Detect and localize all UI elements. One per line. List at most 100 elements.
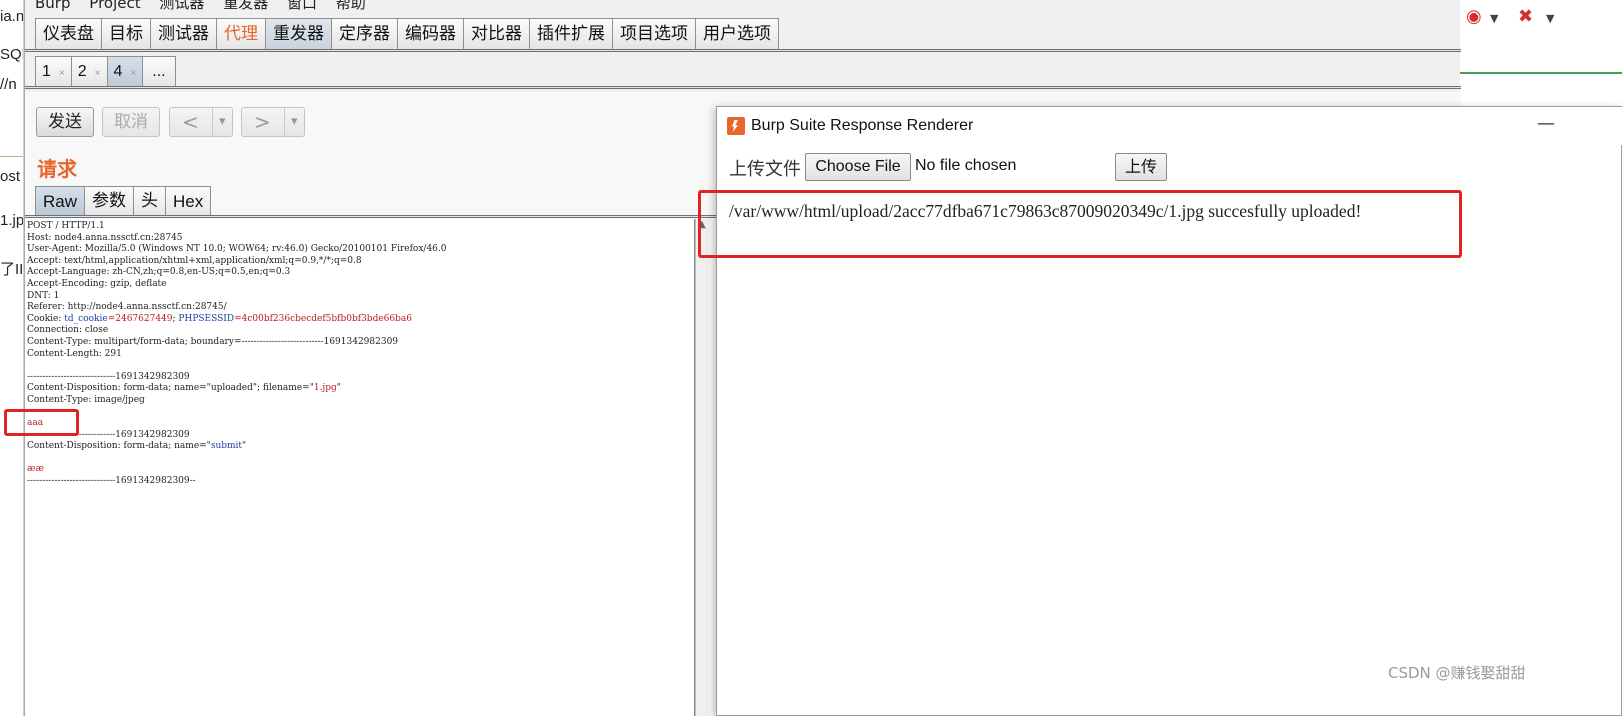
renderer-titlebar[interactable]: Burp Suite Response Renderer — xyxy=(717,107,1622,145)
background-browser-toolbar: ◉ ▼ ✖ ▼ xyxy=(1460,0,1622,74)
chevron-down-icon[interactable]: ▾ xyxy=(212,108,226,136)
watermark: CSDN @赚钱娶甜甜 xyxy=(1388,664,1526,682)
request-segment: PHPSESSID xyxy=(178,313,235,324)
request-segment: POST / HTTP/1.1 xyxy=(27,221,105,231)
noscript-icon[interactable]: ✖ xyxy=(1518,6,1533,27)
request-line: POST / HTTP/1.1 xyxy=(27,221,447,233)
request-segment: -----------------------------16913429823… xyxy=(27,476,196,487)
menu-burp[interactable]: Burp xyxy=(35,0,71,12)
request-line: ææ xyxy=(27,464,447,476)
request-line: User-Agent: Mozilla/5.0 (Windows NT 10.0… xyxy=(27,244,447,256)
request-line: aaa xyxy=(27,418,447,430)
bg-text-fragment: ia.n xyxy=(0,8,24,25)
tab-dashboard[interactable]: 仪表盘 xyxy=(35,18,102,50)
menu-repeater[interactable]: 重发器 xyxy=(223,0,268,12)
request-segment: Content-Disposition: form-data; name=" xyxy=(27,441,211,452)
request-segment: Accept: text/html,application/xhtml+xml,… xyxy=(27,255,362,266)
forward-arrow-icon: > xyxy=(254,110,271,134)
bg-text-fragment: 了II xyxy=(0,261,24,278)
request-segment: Accept-Encoding: gzip, deflate xyxy=(27,278,167,289)
close-icon[interactable]: × xyxy=(130,68,136,79)
tab-comparer[interactable]: 对比器 xyxy=(463,18,530,50)
cancel-button[interactable]: 取消 xyxy=(102,107,160,137)
menu-help[interactable]: 帮助 xyxy=(336,0,366,12)
editor-scrollbar[interactable]: ▲ xyxy=(695,219,709,716)
request-segment: =4c00bf236cbecdef5bfb0bf3bde66ba6 xyxy=(234,313,412,324)
chevron-down-icon[interactable]: ▾ xyxy=(284,108,298,136)
repeater-tab-bar: 1 × 2 × 4 × ... xyxy=(35,56,176,87)
request-line: Referer: http://node4.anna.nssctf.cn:287… xyxy=(27,302,447,314)
request-segment: Host: node4.anna.nssctf.cn:28745 xyxy=(27,232,183,243)
bg-text-fragment: //n xyxy=(0,76,17,93)
main-tab-bar: 仪表盘 目标 测试器 代理 重发器 定序器 编码器 对比器 插件扩展 项目选项 … xyxy=(35,18,779,50)
request-segment: td_cookie xyxy=(64,313,108,324)
chevron-down-icon[interactable]: ▼ xyxy=(1490,12,1498,25)
tab-params[interactable]: 参数 xyxy=(84,186,135,216)
request-line: Accept-Encoding: gzip, deflate xyxy=(27,279,447,291)
tab-repeater[interactable]: 重发器 xyxy=(265,18,332,50)
request-view-tabs: Raw 参数 头 Hex xyxy=(35,186,212,216)
tab-project-options[interactable]: 项目选项 xyxy=(612,18,696,50)
tab-sequencer[interactable]: 定序器 xyxy=(331,18,398,50)
request-segment: DNT: 1 xyxy=(27,290,60,301)
bg-text-fragment: SQL xyxy=(0,46,23,63)
request-line: DNT: 1 xyxy=(27,291,447,303)
chevron-down-icon[interactable]: ▼ xyxy=(1546,12,1554,25)
close-icon[interactable]: × xyxy=(95,68,101,79)
tab-raw[interactable]: Raw xyxy=(35,186,86,216)
request-line: Cookie: td_cookie=2467627449; PHPSESSID=… xyxy=(27,314,447,326)
repeater-tab-2[interactable]: 2 × xyxy=(70,56,108,87)
upload-button[interactable]: 上传 xyxy=(1115,153,1167,181)
request-line: Content-Length: 291 xyxy=(27,349,447,361)
tab-extender[interactable]: 插件扩展 xyxy=(529,18,613,50)
send-button[interactable]: 发送 xyxy=(36,107,94,137)
request-segment: =2467627449 xyxy=(107,313,173,324)
close-icon[interactable]: × xyxy=(59,68,65,79)
request-segment: Referer: http://node4.anna.nssctf.cn:287… xyxy=(27,302,227,313)
tab-intruder[interactable]: 测试器 xyxy=(150,18,217,50)
tab-decoder[interactable]: 编码器 xyxy=(397,18,464,50)
menu-window[interactable]: 窗口 xyxy=(287,0,317,12)
minimize-button[interactable]: — xyxy=(1537,113,1555,134)
eye-shield-icon[interactable]: ◉ xyxy=(1466,6,1482,27)
tab-user-options[interactable]: 用户选项 xyxy=(695,18,779,50)
request-title: 请求 xyxy=(37,157,77,181)
tab-headers[interactable]: 头 xyxy=(133,186,167,216)
tab-divider xyxy=(25,86,1461,89)
request-segment: " xyxy=(336,383,341,394)
request-segment: Content-Type: multipart/form-data; bound… xyxy=(27,336,399,347)
request-segment: -----------------------------16913429823… xyxy=(27,371,190,382)
bg-text-fragment: 1.jp xyxy=(0,212,24,229)
tab-target[interactable]: 目标 xyxy=(101,18,151,50)
back-arrow-icon: < xyxy=(182,110,199,134)
menu-bar: Burp Project 测试器 重发器 窗口 帮助 xyxy=(25,0,370,12)
burp-logo-icon xyxy=(727,117,745,135)
menu-intruder[interactable]: 测试器 xyxy=(159,0,204,12)
request-segment: Content-Type: image/jpeg xyxy=(27,394,145,405)
request-line: -----------------------------16913429823… xyxy=(27,372,447,384)
highlight-box-payload xyxy=(4,409,79,436)
tab-hex[interactable]: Hex xyxy=(165,186,212,216)
file-status: No file chosen xyxy=(915,157,1017,174)
request-segment: Accept-Language: zh-CN,zh;q=0.8,en-US;q=… xyxy=(27,267,291,278)
back-button[interactable]: < ▾ xyxy=(169,107,233,137)
repeater-tab-4[interactable]: 4 × xyxy=(106,56,144,87)
choose-file-button[interactable]: Choose File xyxy=(805,153,911,181)
tab-proxy[interactable]: 代理 xyxy=(216,18,266,50)
request-line: Content-Disposition: form-data; name="up… xyxy=(27,383,447,395)
menu-project[interactable]: Project xyxy=(89,0,140,12)
request-line: Content-Disposition: form-data; name="su… xyxy=(27,441,447,453)
request-segment: Content-Length: 291 xyxy=(27,348,122,359)
request-segment: Content-Disposition: form-data; name="up… xyxy=(27,383,314,394)
repeater-tab-1[interactable]: 1 × xyxy=(35,56,72,87)
request-editor[interactable]: POST / HTTP/1.1 Host: node4.anna.nssctf.c… xyxy=(25,219,695,716)
forward-button[interactable]: > ▾ xyxy=(241,107,305,137)
request-segment: submit xyxy=(210,441,243,452)
request-segment: Connection: close xyxy=(27,325,109,336)
new-tab-button[interactable]: ... xyxy=(142,56,176,87)
request-line: Connection: close xyxy=(27,325,447,337)
request-line xyxy=(27,453,447,465)
request-line: Content-Type: multipart/form-data; bound… xyxy=(27,337,447,349)
highlight-box-result xyxy=(698,190,1462,258)
repeater-tab-label: 4 xyxy=(113,63,123,80)
